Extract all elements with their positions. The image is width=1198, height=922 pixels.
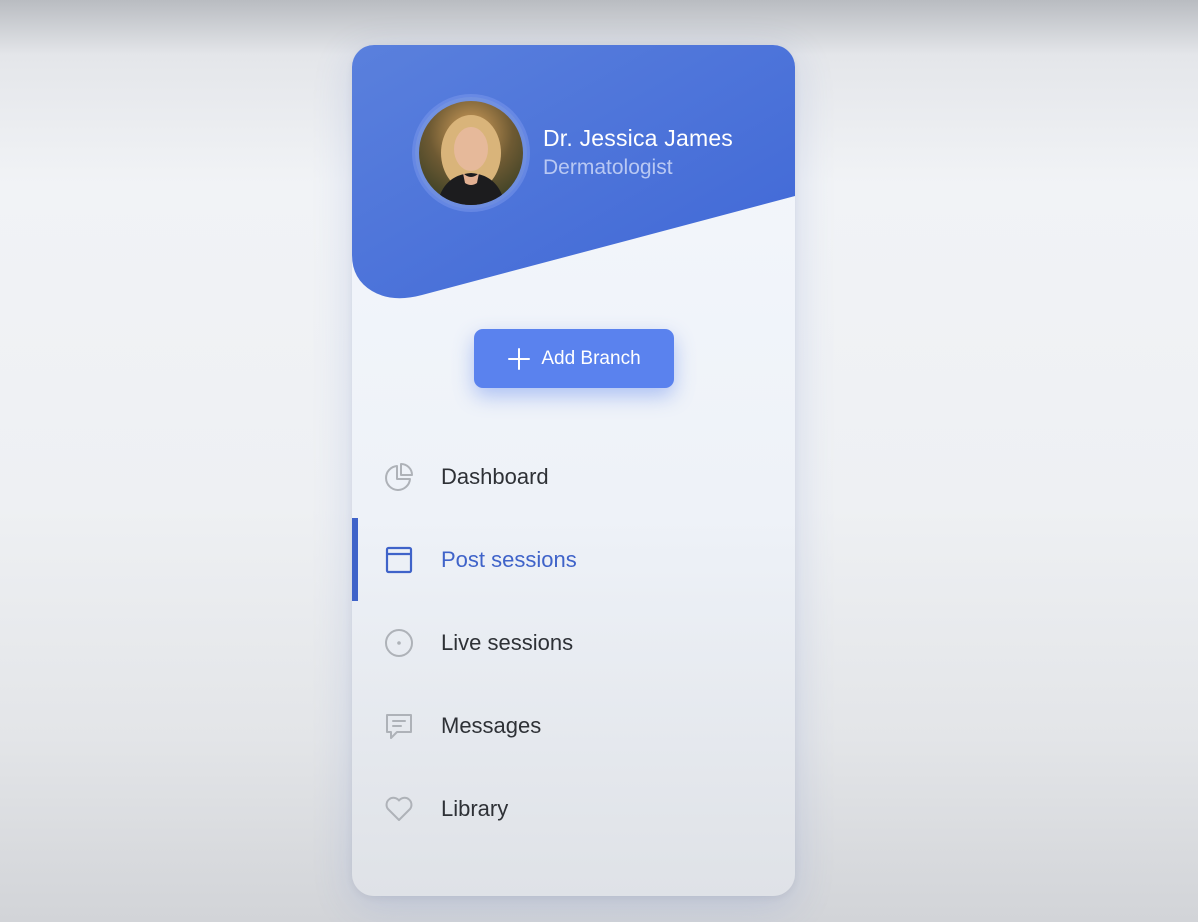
sidebar-item-post-sessions[interactable]: Post sessions xyxy=(352,518,795,601)
profile-name: Dr. Jessica James xyxy=(543,125,734,151)
active-indicator xyxy=(352,518,358,601)
sidebar-item-label: Post sessions xyxy=(441,546,577,572)
sidebar-item-library[interactable]: Library xyxy=(352,767,795,850)
sidebar-item-label: Messages xyxy=(441,712,542,738)
record-circle-icon xyxy=(385,628,413,657)
avatar xyxy=(419,101,523,205)
pie-chart-icon xyxy=(385,462,413,491)
sidebar-nav: Dashboard Post sessions Live sessions Me… xyxy=(352,435,795,850)
sidebar-item-label: Library xyxy=(441,795,509,821)
add-branch-button[interactable]: Add Branch xyxy=(474,329,674,388)
heart-icon xyxy=(385,796,413,821)
sidebar-item-messages[interactable]: Messages xyxy=(352,684,795,767)
profile-role: Dermatologist xyxy=(543,156,673,179)
sidebar-item-label: Live sessions xyxy=(441,629,574,655)
message-icon xyxy=(386,713,412,739)
sidebar-item-label: Dashboard xyxy=(441,463,549,489)
add-branch-label: Add Branch xyxy=(541,347,641,369)
browser-window-icon xyxy=(385,546,413,573)
avatar-ring[interactable] xyxy=(415,97,527,209)
sidebar-item-live-sessions[interactable]: Live sessions xyxy=(352,601,795,684)
sidebar-item-dashboard[interactable]: Dashboard xyxy=(352,435,795,518)
plus-icon xyxy=(508,347,531,370)
profile-sidebar-card: Dr. Jessica James Dermatologist Add Bran… xyxy=(352,45,795,896)
